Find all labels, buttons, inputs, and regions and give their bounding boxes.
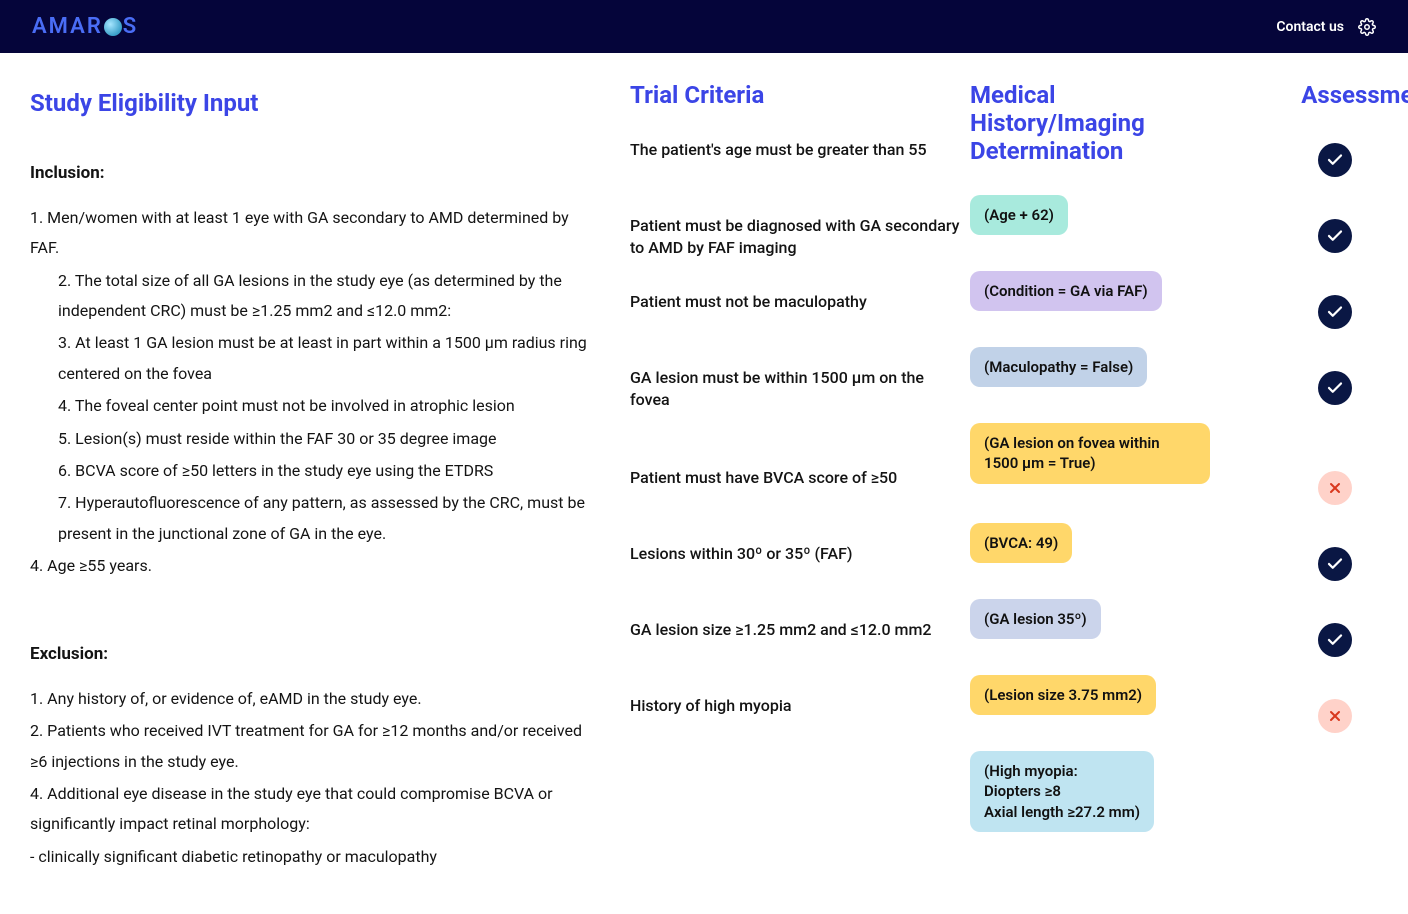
determination-row: (GA lesion on fovea within 1500 µm = Tru…	[970, 423, 1235, 523]
criteria-text: The patient's age must be greater than 5…	[630, 139, 970, 215]
check-icon	[1318, 295, 1352, 329]
exclusion-label: Exclusion:	[30, 638, 600, 670]
exclusion-block: Exclusion: 1. Any history of, or evidenc…	[30, 638, 600, 873]
logo-suffix: S	[123, 14, 138, 39]
determination-row: (Condition = GA via FAF)	[970, 271, 1235, 347]
criteria-text: Patient must be diagnosed with GA second…	[630, 215, 970, 291]
criteria-text: History of high myopia	[630, 695, 970, 795]
check-icon	[1318, 547, 1352, 581]
determination-row: (Age + 62)	[970, 195, 1235, 271]
check-icon	[1318, 371, 1352, 405]
globe-icon	[104, 18, 122, 36]
determination-pill: (GA lesion 35º)	[970, 599, 1101, 639]
col1-heading: Study Eligibility Input	[30, 81, 600, 127]
determination-pill: (Condition = GA via FAF)	[970, 271, 1162, 311]
inclusion-item: 5. Lesion(s) must reside within the FAF …	[30, 424, 600, 454]
criteria-text: Patient must have BVCA score of ≥50	[630, 467, 970, 543]
assessment-row	[1235, 543, 1408, 619]
assessment-row	[1235, 619, 1408, 695]
topbar-right: Contact us	[1276, 18, 1376, 36]
determination-row: (Maculopathy = False)	[970, 347, 1235, 423]
inclusion-item: 6. BCVA score of ≥50 letters in the stud…	[30, 456, 600, 486]
determination-pill: (BVCA: 49)	[970, 523, 1072, 563]
exclusion-item: 4. Additional eye disease in the study e…	[30, 779, 600, 840]
col4-heading: Assessment	[1235, 81, 1408, 109]
determination-pill: (Maculopathy = False)	[970, 347, 1147, 387]
determination-column: Medical History/Imaging Determination (A…	[970, 81, 1235, 874]
exclusion-item: 2. Patients who received IVT treatment f…	[30, 716, 600, 777]
assessment-row	[1235, 367, 1408, 467]
inclusion-item: 1. Men/women with at least 1 eye with GA…	[30, 203, 600, 264]
content-grid: Study Eligibility Input Inclusion: 1. Me…	[0, 53, 1408, 914]
check-icon	[1318, 219, 1352, 253]
inclusion-label: Inclusion:	[30, 157, 600, 189]
criteria-text: Patient must not be maculopathy	[630, 291, 970, 367]
assessment-row	[1235, 467, 1408, 543]
assessment-row	[1235, 139, 1408, 215]
inclusion-item: 3. At least 1 GA lesion must be at least…	[30, 328, 600, 389]
determination-row: (BVCA: 49)	[970, 523, 1235, 599]
logo: AMAR S	[32, 14, 138, 39]
exclusion-item: - clinically significant diabetic retino…	[30, 842, 600, 872]
contact-link[interactable]: Contact us	[1276, 19, 1344, 35]
inclusion-item: 7. Hyperautofluorescence of any pattern,…	[30, 488, 600, 549]
topbar: AMAR S Contact us	[0, 0, 1408, 53]
assessment-row	[1235, 291, 1408, 367]
assessment-row	[1235, 215, 1408, 291]
determination-pill: (GA lesion on fovea within 1500 µm = Tru…	[970, 423, 1210, 484]
col3-heading: Medical History/Imaging Determination	[970, 81, 1235, 165]
determination-pill: (Age + 62)	[970, 195, 1068, 235]
cross-icon	[1318, 471, 1352, 505]
assessment-column: Assessment	[1235, 81, 1408, 874]
determination-row: (Lesion size 3.75 mm2)	[970, 675, 1235, 751]
cross-icon	[1318, 699, 1352, 733]
assessment-row	[1235, 695, 1408, 795]
check-icon	[1318, 143, 1352, 177]
check-icon	[1318, 623, 1352, 657]
inclusion-item: 4. Age ≥55 years.	[30, 551, 600, 581]
determination-row: (GA lesion 35º)	[970, 599, 1235, 675]
gear-icon[interactable]	[1358, 18, 1376, 36]
determination-row: (High myopia: Diopters ≥8 Axial length ≥…	[970, 751, 1235, 851]
determination-pill: (High myopia: Diopters ≥8 Axial length ≥…	[970, 751, 1154, 832]
eligibility-column: Study Eligibility Input Inclusion: 1. Me…	[30, 81, 630, 874]
exclusion-item: 1. Any history of, or evidence of, eAMD …	[30, 684, 600, 714]
determination-pill: (Lesion size 3.75 mm2)	[970, 675, 1156, 715]
criteria-text: GA lesion must be within 1500 µm on the …	[630, 367, 970, 467]
inclusion-item: 4. The foveal center point must not be i…	[30, 391, 600, 421]
logo-prefix: AMAR	[32, 14, 103, 39]
inclusion-item: 2. The total size of all GA lesions in t…	[30, 266, 600, 327]
col2-heading: Trial Criteria	[630, 81, 970, 109]
criteria-column: Trial Criteria The patient's age must be…	[630, 81, 970, 874]
criteria-text: Lesions within 30º or 35º (FAF)	[630, 543, 970, 619]
criteria-text: GA lesion size ≥1.25 mm2 and ≤12.0 mm2	[630, 619, 970, 695]
